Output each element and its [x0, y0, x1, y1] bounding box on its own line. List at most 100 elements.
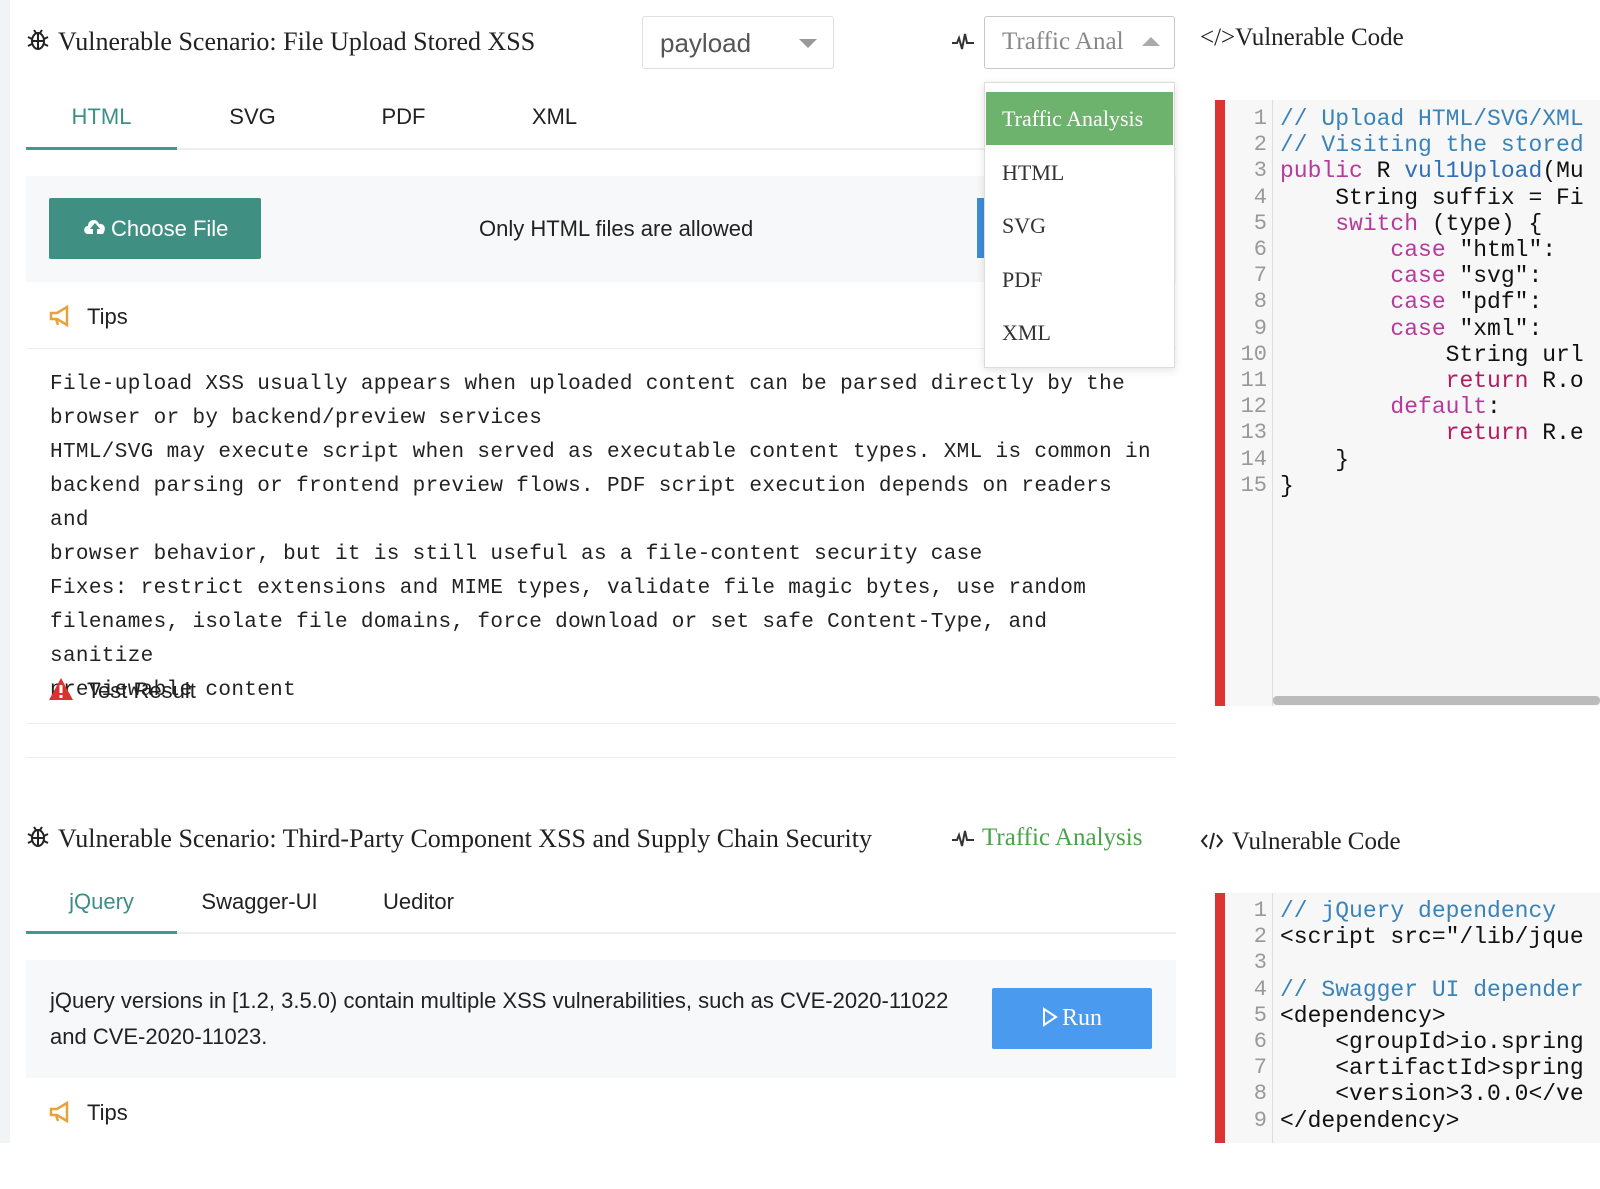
scenario2-title-text: Vulnerable Scenario: Third-Party Compone… [58, 824, 872, 853]
tab-pdf[interactable]: PDF [328, 104, 479, 130]
code-line: <groupId>io.spring [1280, 1029, 1584, 1055]
code-line-number: 13 [1240, 420, 1267, 446]
code-line-number: 6 [1253, 1029, 1267, 1054]
code-line: </dependency> [1280, 1107, 1460, 1134]
tab-ueditor[interactable]: Ueditor [343, 889, 494, 915]
code-line: } [1280, 446, 1350, 473]
code-line-number: 9 [1253, 1107, 1267, 1133]
code-line-number: 5 [1253, 1002, 1267, 1028]
code-line: case "pdf": [1390, 289, 1543, 316]
code-line-number: 12 [1240, 394, 1267, 420]
scenario1-title-text: Vulnerable Scenario: File Upload Stored … [58, 27, 536, 56]
code-line: case "html": [1390, 237, 1557, 263]
run-button[interactable]: Run [992, 988, 1152, 1049]
chevron-down-icon [799, 39, 817, 48]
tips-label-2: Tips [87, 1100, 128, 1125]
left-sidebar-edge [0, 0, 10, 1189]
code-line-number: 1 [1253, 898, 1267, 923]
code-line-number: 10 [1240, 341, 1267, 367]
tab-swagger-ui[interactable]: Swagger-UI [184, 889, 335, 915]
code-line-number: 15 [1240, 472, 1267, 498]
traffic-analysis-link[interactable]: Traffic Analysis [982, 824, 1142, 852]
tab-html[interactable]: HTML [26, 104, 177, 130]
megaphone-icon [48, 1100, 74, 1129]
code-line-number: 2 [1253, 132, 1267, 158]
code-line: return R.e [1445, 420, 1584, 447]
code-line: <version>3.0.0</ve [1280, 1081, 1584, 1108]
code-line: <dependency> [1280, 1002, 1446, 1029]
dropdown-option-pdf[interactable]: PDF [986, 253, 1173, 306]
code-line: // Upload HTML/SVG/XML [1280, 106, 1584, 132]
code-line: // Swagger UI depender [1280, 976, 1584, 1003]
choose-file-button[interactable]: Choose File [49, 198, 261, 259]
code-line-number: 8 [1253, 289, 1267, 315]
scenario2-title: Vulnerable Scenario: Third-Party Compone… [26, 824, 872, 854]
code-line-number: 3 [1253, 158, 1267, 184]
tab-jquery[interactable]: jQuery [26, 889, 177, 915]
tab-divider [26, 932, 1176, 934]
code-line: String url [1280, 341, 1584, 368]
code-line-number: 14 [1240, 446, 1267, 472]
dropdown-option-traffic-analysis[interactable]: Traffic Analysis [986, 92, 1173, 145]
code-line: case "xml": [1390, 315, 1543, 342]
code-horizontal-scrollbar[interactable] [1273, 696, 1600, 705]
code-line: String suffix = Fi [1280, 184, 1584, 211]
tips-label: Tips [87, 304, 128, 329]
code-line-number: 4 [1253, 184, 1267, 210]
code-line: case "svg": [1390, 263, 1543, 290]
code-line-number: 11 [1240, 368, 1267, 393]
code-line: // Visiting the stored [1280, 132, 1584, 159]
scenario1-title: Vulnerable Scenario: File Upload Stored … [26, 27, 535, 57]
tab-svg[interactable]: SVG [177, 104, 328, 130]
chevron-up-icon [1142, 37, 1160, 46]
code-line: } [1280, 472, 1294, 499]
page-bottom [0, 1143, 1600, 1189]
code-line-number: 9 [1253, 315, 1267, 341]
code-title-2: Vulnerable Code [1232, 828, 1401, 855]
traffic-analysis-dropdown: Traffic Analysis HTML SVG PDF XML [984, 82, 1175, 368]
bug-icon [26, 27, 52, 57]
code-line: default: [1390, 394, 1501, 421]
bug-icon [26, 824, 52, 854]
megaphone-icon [48, 304, 74, 333]
description-line-1: jQuery versions in [1.2, 3.5.0) contain … [50, 988, 949, 1013]
code-line-number: 8 [1253, 1081, 1267, 1107]
tab-xml[interactable]: XML [479, 104, 630, 130]
traffic-analysis-select[interactable]: Traffic Anal [984, 16, 1175, 69]
code-line-number: 6 [1253, 237, 1267, 262]
code-line: return R.o [1445, 368, 1584, 394]
active-tab-indicator [26, 931, 177, 934]
code-line: public R vul1Upload(Mu [1280, 158, 1584, 185]
code-line-number: 7 [1253, 263, 1267, 289]
dropdown-option-xml[interactable]: XML [986, 306, 1173, 359]
code-line: <script src="/lib/jque [1280, 924, 1584, 951]
warning-icon [48, 677, 74, 706]
code-line-number: 2 [1253, 924, 1267, 950]
code-line-number: 7 [1253, 1055, 1267, 1081]
payload-select-value: payload [660, 28, 752, 58]
code-icon [1200, 830, 1224, 857]
result-divider [26, 723, 1176, 724]
upload-hint: Only HTML files are allowed [479, 216, 754, 241]
description-line-2: and CVE-2020-11023. [50, 1024, 268, 1049]
code-gutter-divider [1272, 893, 1273, 1143]
section-bottom-divider [26, 757, 1176, 758]
dropdown-option-svg[interactable]: SVG [986, 199, 1173, 252]
traffic-select-value: Traffic Anal [1002, 28, 1124, 55]
dropdown-option-html[interactable]: HTML [986, 146, 1173, 199]
pulse-icon [951, 827, 975, 856]
code-line-number: 4 [1253, 976, 1267, 1002]
play-icon [1042, 990, 1058, 1051]
cloud-upload-icon [82, 214, 108, 242]
code-title-1: </>Vulnerable Code [1200, 24, 1404, 51]
code-gutter-divider [1272, 100, 1273, 706]
run-label: Run [1061, 1005, 1102, 1031]
choose-file-label: Choose File [111, 216, 229, 241]
payload-select[interactable]: payload [642, 16, 834, 69]
code-line: // jQuery dependency [1280, 898, 1557, 924]
code-line-number: 5 [1253, 210, 1267, 236]
tips-text: File-upload XSS usually appears when upl… [50, 373, 1151, 702]
test-result-label: Test Result [87, 678, 196, 703]
code-line: <artifactId>spring [1280, 1055, 1584, 1082]
code-line: switch (type) { [1335, 210, 1543, 237]
